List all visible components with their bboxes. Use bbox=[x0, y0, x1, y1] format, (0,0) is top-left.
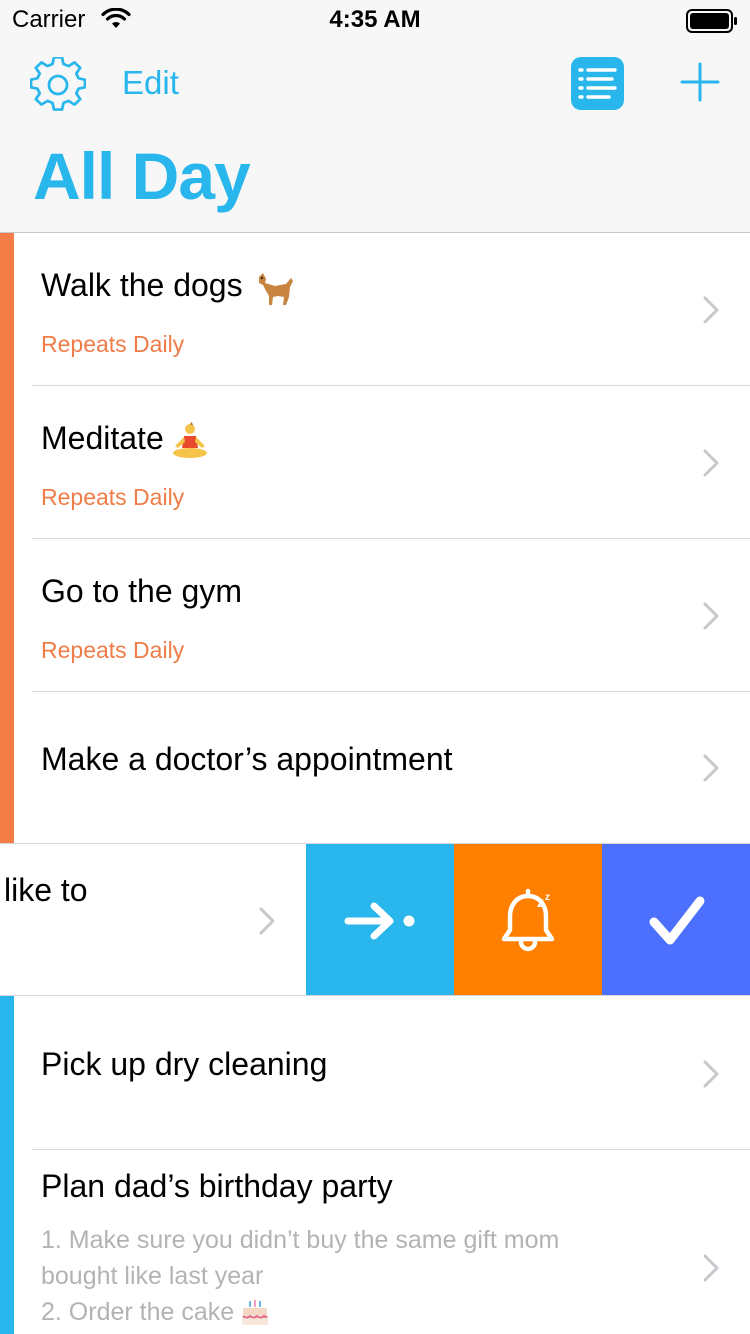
task-title-row: Meditate bbox=[41, 420, 210, 460]
navigation-bar: Edit All Day bbox=[0, 40, 750, 233]
list-icon bbox=[578, 68, 617, 99]
task-row[interactable]: Make a doctor’s appointment bbox=[0, 692, 750, 843]
task-row[interactable]: Go to the gym Repeats Daily bbox=[0, 539, 750, 692]
add-icon[interactable] bbox=[680, 62, 720, 102]
bell-snooze-icon: z z bbox=[501, 888, 555, 952]
svg-text:z: z bbox=[545, 892, 550, 903]
task-title-row: Walk the dogs bbox=[41, 267, 295, 307]
arrow-right-dot-icon bbox=[344, 902, 415, 940]
task-row[interactable]: Walk the dogs Repeats Daily bbox=[0, 233, 750, 386]
battery-icon bbox=[686, 9, 737, 33]
note-line: bought like last year bbox=[41, 1262, 264, 1290]
note-line: 1. Make sure you didn’t buy the same gif… bbox=[41, 1226, 560, 1254]
cake-emoji-icon bbox=[242, 1300, 269, 1326]
task-title: Walk the dogs bbox=[41, 267, 243, 303]
gear-icon[interactable] bbox=[30, 57, 86, 113]
priority-stripe bbox=[0, 386, 14, 539]
priority-stripe bbox=[0, 1150, 14, 1334]
priority-stripe bbox=[0, 539, 14, 692]
chevron-right-icon bbox=[703, 296, 719, 324]
priority-stripe bbox=[0, 692, 14, 843]
chevron-right-icon bbox=[259, 907, 275, 935]
task-title: Pick up dry cleaning bbox=[41, 1046, 328, 1082]
dog-emoji-icon bbox=[258, 272, 293, 305]
meditation-emoji-icon bbox=[172, 421, 207, 458]
svg-text:z: z bbox=[537, 894, 544, 910]
clock: 4:35 AM bbox=[329, 6, 421, 33]
screen: Carrier 4:35 AM Edit All Day Walk the do… bbox=[0, 0, 750, 1334]
swiped-task-row[interactable]: like to z z bbox=[0, 843, 750, 996]
page-title: All Day bbox=[33, 139, 251, 213]
task-title: Plan dad’s birthday party bbox=[41, 1168, 393, 1204]
complete-action-button[interactable] bbox=[602, 844, 750, 995]
task-title: Go to the gym bbox=[41, 573, 242, 609]
edit-button[interactable]: Edit bbox=[122, 64, 179, 102]
repeat-label: Repeats Daily bbox=[41, 331, 185, 357]
chevron-right-icon bbox=[703, 1060, 719, 1088]
snooze-action-button[interactable]: z z bbox=[454, 844, 602, 995]
status-bar: Carrier 4:35 AM bbox=[0, 0, 750, 40]
chevron-right-icon bbox=[703, 1254, 719, 1282]
note-line-with-emoji: 2. Order the cake bbox=[41, 1294, 641, 1330]
task-row[interactable]: Pick up dry cleaning bbox=[0, 996, 750, 1150]
move-action-button[interactable] bbox=[306, 844, 454, 995]
chevron-right-icon bbox=[703, 602, 719, 630]
task-title: Meditate bbox=[41, 420, 164, 456]
task-list: Walk the dogs Repeats Daily Meditate Rep… bbox=[0, 233, 750, 1334]
checkmark-icon bbox=[649, 896, 705, 945]
priority-stripe bbox=[0, 996, 14, 1150]
task-note: 1. Make sure you didn’t buy the same gif… bbox=[41, 1222, 641, 1330]
priority-stripe bbox=[0, 233, 14, 386]
note-line: 2. Order the cake bbox=[41, 1298, 235, 1326]
task-row[interactable]: Meditate Repeats Daily bbox=[0, 386, 750, 539]
repeat-label: Repeats Daily bbox=[41, 484, 185, 510]
list-view-button[interactable] bbox=[571, 57, 624, 110]
repeat-label: Repeats Daily bbox=[41, 637, 185, 663]
task-title: like to bbox=[4, 872, 88, 908]
chevron-right-icon bbox=[703, 754, 719, 782]
task-title: Make a doctor’s appointment bbox=[41, 741, 453, 777]
chevron-right-icon bbox=[703, 449, 719, 477]
task-row[interactable]: Plan dad’s birthday party 1. Make sure y… bbox=[0, 1150, 750, 1334]
